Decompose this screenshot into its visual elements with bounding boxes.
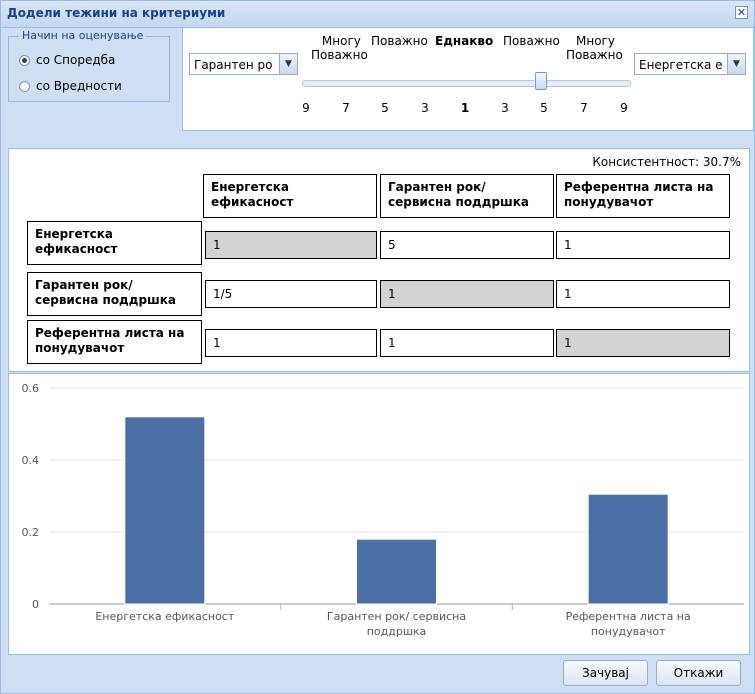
row-header: Референтна листа на понудувачот <box>27 320 202 364</box>
bar <box>124 416 206 605</box>
dialog-title: Додели тежини на критериуми <box>7 6 226 20</box>
label-much-more-right: Многу Поважно <box>566 34 623 62</box>
slider-tick: 3 <box>421 101 429 115</box>
save-button[interactable]: Зачувај <box>563 660 648 686</box>
slider-tick: 5 <box>540 101 548 115</box>
right-criterion-value: Енергетска е <box>639 58 723 72</box>
radio-unselected-icon[interactable] <box>19 80 30 92</box>
left-criterion-select[interactable]: Гарантен ро ▼ <box>189 53 298 75</box>
row-header: Енергетска ефикасност <box>27 221 202 265</box>
matrix-cell[interactable]: 1/5 <box>205 280 377 308</box>
matrix-cell[interactable]: 1 <box>556 280 730 308</box>
x-tick-label: поддршка <box>367 625 427 638</box>
radio-values[interactable]: со Вредности <box>19 79 122 93</box>
slider-tick: 5 <box>381 101 389 115</box>
matrix-cell[interactable]: 1 <box>556 231 730 259</box>
dialog-window: Додели тежини на критериуми ✕ Начин на о… <box>0 0 755 694</box>
x-tick-label: Гарантен рок/ сервисна <box>327 610 466 623</box>
column-header: Гарантен рок/ сервисна поддршка <box>380 174 554 218</box>
weights-bar-chart: 0 0.2 0.4 0.6 Енергетска ефикасност Гарантен … <box>22 382 744 638</box>
x-tick-label: Енергетска ефикасност <box>95 610 234 623</box>
bar <box>356 538 437 605</box>
chevron-down-icon[interactable]: ▼ <box>727 54 745 74</box>
y-tick-label: 0.6 <box>22 382 40 395</box>
title-bar[interactable]: Додели тежини на критериуми ✕ <box>1 1 754 28</box>
cancel-button[interactable]: Откажи <box>656 660 741 686</box>
matrix-cell: 1 <box>380 280 554 308</box>
comparison-matrix-panel: Консистентност: 30.7% Енергетска ефикасн… <box>8 148 750 372</box>
settings-band: Начин на оценување со Споредба со Вредно… <box>1 28 754 146</box>
row-header: Гарантен рок/ сервисна поддршка <box>27 272 202 316</box>
radio-compare-label: со Споредба <box>36 53 116 67</box>
right-criterion-select[interactable]: Енергетска е ▼ <box>634 53 746 75</box>
method-fieldset: Начин на оценување со Споредба со Вредно… <box>8 29 170 102</box>
method-legend: Начин на оценување <box>19 29 147 42</box>
consistency-label: Консистентност: 30.7% <box>592 155 741 169</box>
slider-tick: 7 <box>342 101 350 115</box>
slider-tick: 7 <box>580 101 588 115</box>
column-header: Енергетска ефикасност <box>203 174 377 218</box>
slider-tick: 3 <box>501 101 509 115</box>
matrix-cell: 1 <box>205 231 377 259</box>
column-header: Референтна листа на понудувачот <box>556 174 730 218</box>
label-more-left: Поважно <box>371 34 428 48</box>
slider-track[interactable] <box>302 80 631 87</box>
radio-values-label: со Вредности <box>36 79 122 93</box>
matrix-cell[interactable]: 5 <box>380 231 554 259</box>
left-criterion-value: Гарантен ро <box>194 58 273 72</box>
radio-compare[interactable]: со Споредба <box>19 53 115 67</box>
x-tick-label: понудувачот <box>591 625 666 638</box>
comparison-slider-panel: Гарантен ро ▼ Енергетска е ▼ Многу Поваж… <box>182 28 754 131</box>
slider-tick: 1 <box>460 101 470 115</box>
slider-thumb[interactable] <box>535 72 547 90</box>
close-icon[interactable]: ✕ <box>735 6 748 19</box>
y-tick-label: 0.4 <box>22 454 40 467</box>
label-more-right: Поважно <box>503 34 560 48</box>
label-much-more-left: Многу Поважно <box>311 34 368 62</box>
y-tick-label: 0 <box>32 598 39 611</box>
chevron-down-icon[interactable]: ▼ <box>279 54 297 74</box>
matrix-cell[interactable]: 1 <box>380 329 554 357</box>
bar <box>587 493 669 605</box>
matrix-cell[interactable]: 1 <box>205 329 377 357</box>
label-equal: Еднакво <box>435 34 494 48</box>
radio-selected-icon[interactable] <box>19 54 30 66</box>
matrix-cell: 1 <box>556 329 730 357</box>
weights-chart-panel: 0 0.2 0.4 0.6 Енергетска ефикасност Гарантен … <box>8 373 750 655</box>
slider-tick: 9 <box>302 101 310 115</box>
x-tick-label: Референтна листа на <box>566 610 691 623</box>
slider-tick: 9 <box>620 101 628 115</box>
dialog-footer: Зачувај Откажи <box>1 656 754 693</box>
y-tick-label: 0.2 <box>22 526 40 539</box>
